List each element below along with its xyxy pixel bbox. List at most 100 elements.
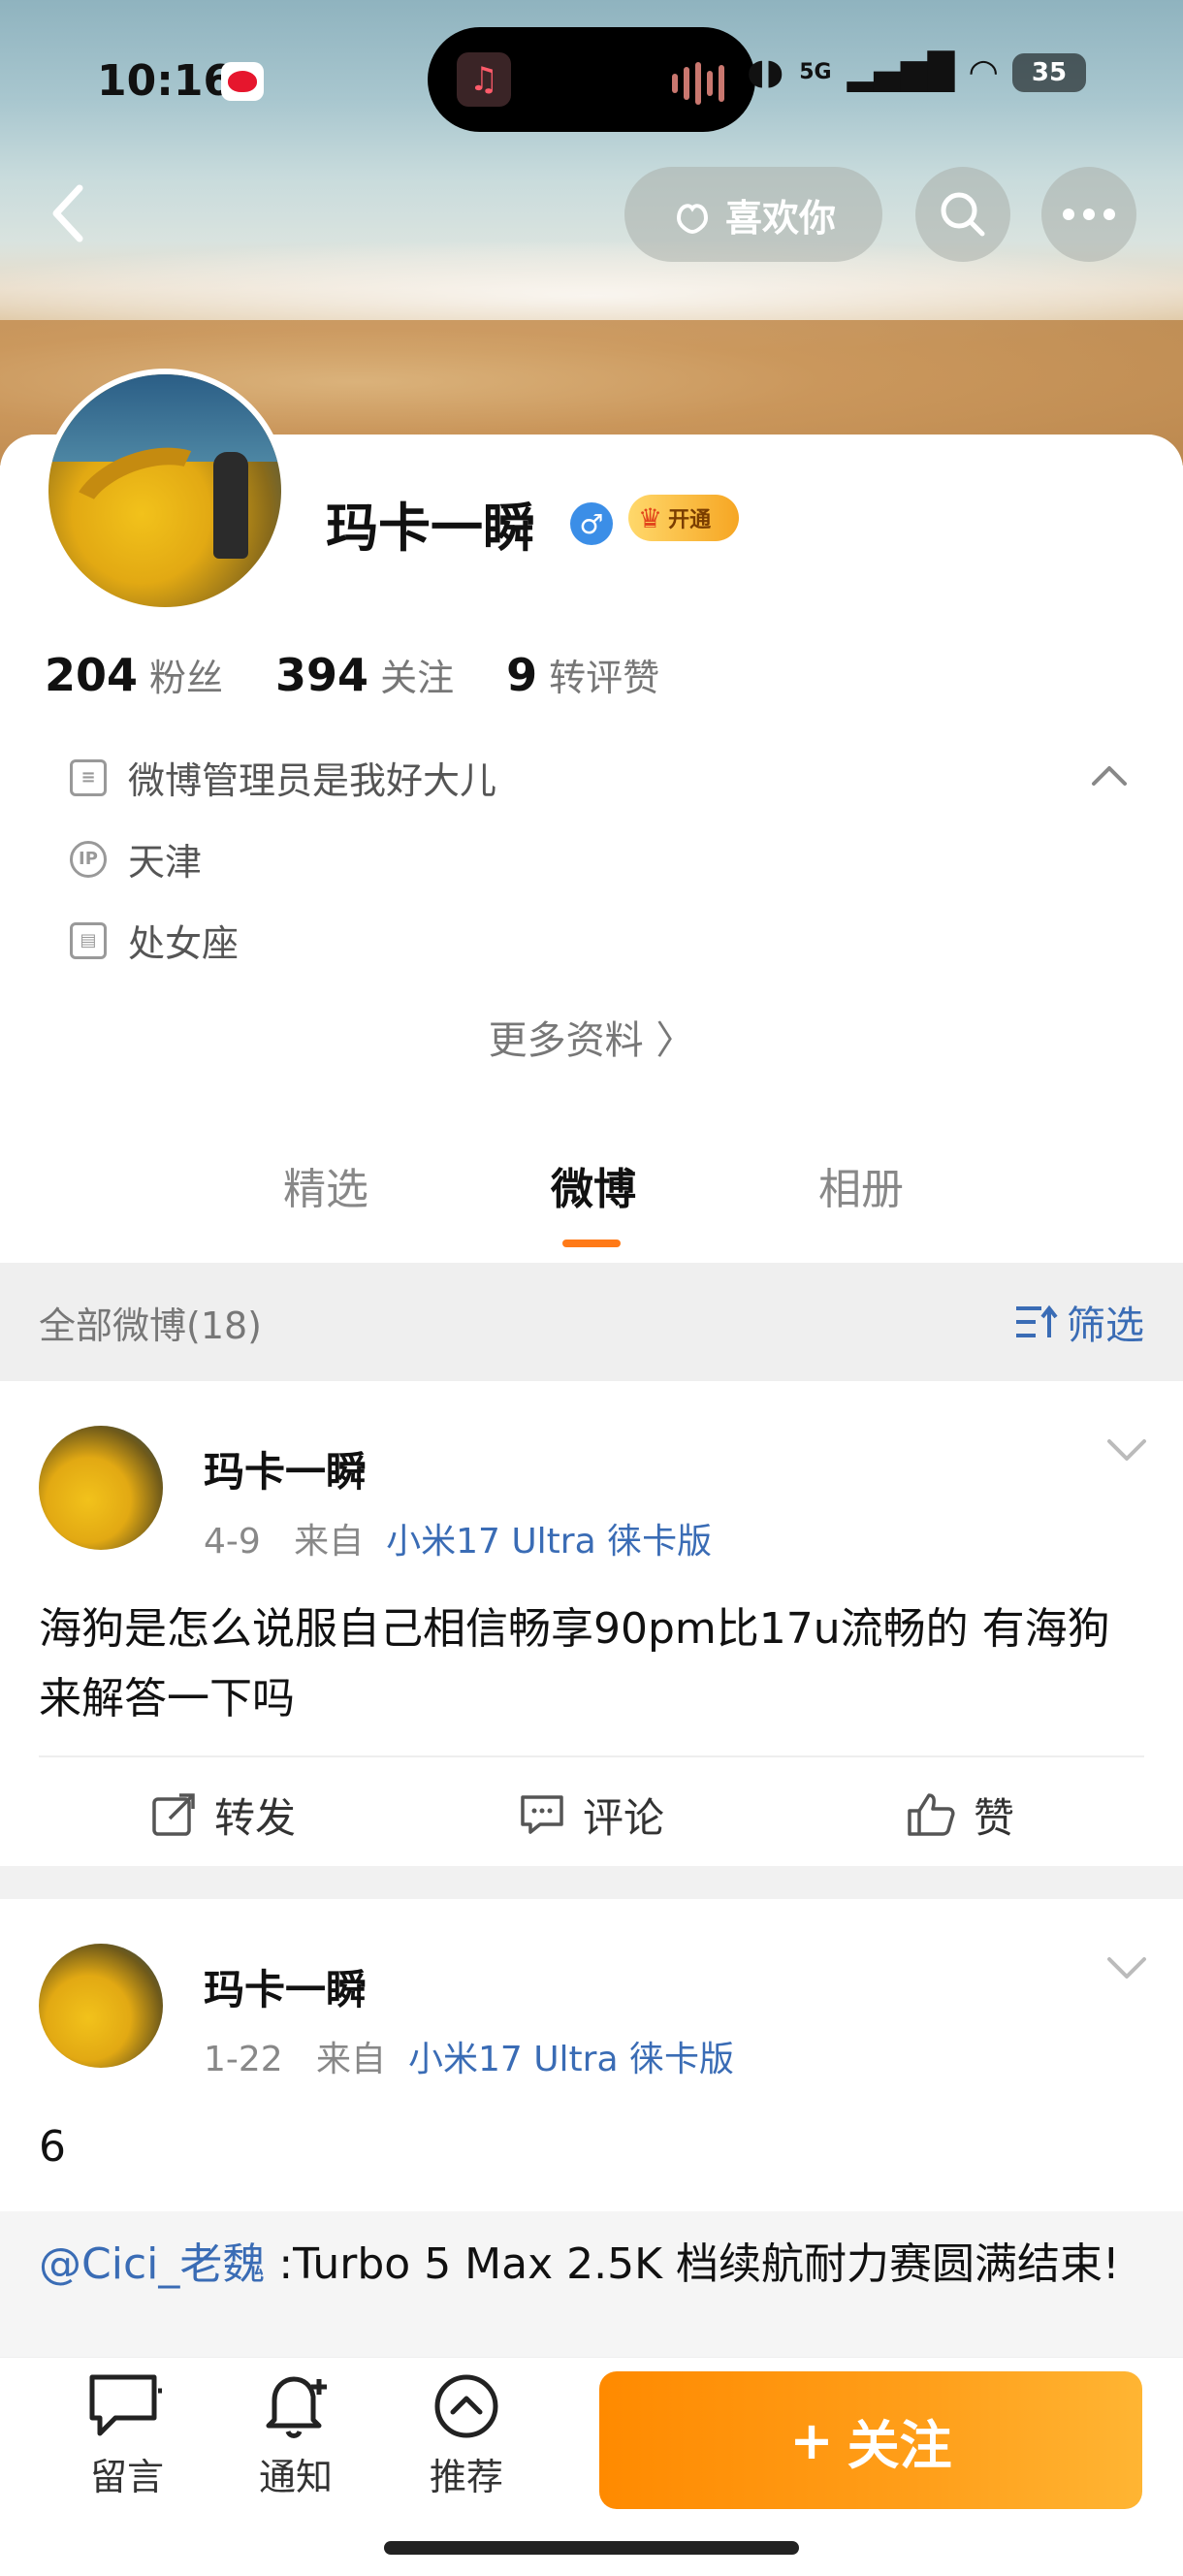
wifi-icon: ◠: [970, 52, 997, 92]
battery-icon: 35: [1012, 52, 1086, 92]
repost-button[interactable]: 转发: [39, 1786, 407, 1845]
more-button[interactable]: [1041, 167, 1136, 262]
feed-title: 全部微博(18): [39, 1304, 263, 1347]
repost-label: 转发: [213, 1793, 296, 1842]
more-info-link[interactable]: 更多资料 〉: [0, 1009, 1183, 1065]
chevron-up-circle-icon: [434, 2374, 498, 2438]
filter-icon: [1016, 1304, 1058, 1337]
vip-open-label: 开通: [668, 508, 712, 532]
weibo-app-icon: [221, 62, 264, 101]
profile-avatar[interactable]: [43, 369, 287, 613]
ip-location-icon: IP: [70, 840, 107, 878]
status-bar: 10:16 ♫ ◖◗ 5G ▂▄▆█ ◠ 35: [0, 0, 1183, 165]
system-icons: ◖◗ 5G ▂▄▆█ ◠ 35: [747, 52, 1086, 92]
chevron-up-icon[interactable]: [1090, 757, 1129, 795]
earbuds-icon: ◖◗: [747, 52, 784, 92]
profile-username: 玛卡一瞬: [326, 498, 535, 559]
post-actions: 转发 评论 赞: [39, 1755, 1144, 1872]
network-label: 5G: [799, 60, 832, 84]
calendar-icon: ▤: [70, 921, 107, 959]
active-tab-indicator: [562, 1240, 621, 1247]
quoted-post[interactable]: @Cici_老魏 :Turbo 5 Max 2.5K 档续航耐力赛圆满结束!: [0, 2211, 1183, 2357]
bio-text: 微博管理员是我好大儿: [128, 759, 497, 802]
message-button[interactable]: 留言: [64, 2371, 190, 2500]
like-button[interactable]: 赞: [776, 1786, 1144, 1845]
post-avatar[interactable]: [39, 1944, 163, 2068]
male-gender-icon: ♂: [570, 502, 613, 545]
search-button[interactable]: [915, 167, 1010, 262]
tab-album[interactable]: 相册: [818, 1154, 904, 1216]
chevron-left-icon: [52, 184, 83, 242]
tab-featured[interactable]: 精选: [283, 1154, 368, 1216]
quote-user[interactable]: @Cici_老魏: [39, 2239, 265, 2289]
hand-heart-icon: [676, 204, 708, 235]
stat-value: 9: [506, 649, 538, 701]
filter-button[interactable]: 筛选: [1014, 1294, 1144, 1350]
home-indicator[interactable]: [384, 2541, 799, 2555]
dynamic-island: ♫: [428, 27, 755, 132]
recommend-button[interactable]: 推荐: [403, 2371, 529, 2500]
plus-icon: +: [789, 2409, 834, 2471]
zodiac-text: 处女座: [128, 922, 240, 965]
stat-followers[interactable]: 204 粉丝: [45, 648, 223, 701]
music-icon: ♫: [457, 52, 511, 107]
like-label: 赞: [973, 1793, 1014, 1842]
filter-label: 筛选: [1067, 1304, 1144, 1348]
document-icon: ≡: [70, 758, 107, 796]
post-author[interactable]: 玛卡一瞬: [204, 1957, 367, 2016]
post-text[interactable]: 海狗是怎么说服自己相信畅享90pm比17u流畅的 有海狗来解答一下吗: [39, 1594, 1144, 1734]
message-icon: [89, 2374, 162, 2436]
comment-icon: [521, 1795, 563, 1834]
stat-value: 204: [45, 649, 139, 701]
location-row: IP 天津: [70, 832, 202, 886]
notify-button[interactable]: 通知: [233, 2371, 359, 2500]
post-date: 1-22: [204, 2040, 283, 2079]
profile-tabs: 精选 微博 相册: [0, 1154, 1183, 1261]
quote-text: :Turbo 5 Max 2.5K 档续航耐力赛圆满结束!: [265, 2239, 1120, 2289]
post-avatar[interactable]: [39, 1426, 163, 1550]
vip-open-badge[interactable]: ♛ 开通: [628, 495, 739, 541]
status-time: 10:16: [97, 56, 234, 106]
notify-label: 通知: [258, 2456, 333, 2498]
recommend-label: 推荐: [429, 2456, 503, 2498]
like-you-button[interactable]: 喜欢你: [624, 167, 882, 262]
post-from-label: 来自: [294, 1522, 365, 1562]
stat-label: 转评赞: [549, 657, 660, 699]
post-divider: [0, 1866, 1183, 1899]
post-text[interactable]: 6: [39, 2112, 1144, 2182]
message-label: 留言: [89, 2456, 164, 2498]
post-meta: 1-22 来自 小米17 Ultra 徕卡版: [204, 2031, 734, 2081]
bell-plus-icon: [266, 2376, 327, 2438]
follow-button[interactable]: + 关注: [599, 2371, 1142, 2509]
post-card[interactable]: 玛卡一瞬 4-9 来自 小米17 Ultra 徕卡版 海狗是怎么说服自己相信畅享…: [0, 1381, 1183, 1866]
thumbs-up-icon: [908, 1793, 955, 1836]
stat-following[interactable]: 394 关注: [275, 648, 454, 701]
more-dots-icon: [1063, 209, 1115, 220]
chevron-down-icon[interactable]: [1105, 1435, 1148, 1465]
comment-label: 评论: [582, 1793, 664, 1842]
chevron-down-icon[interactable]: [1105, 1953, 1148, 1982]
post-source[interactable]: 小米17 Ultra 徕卡版: [386, 1522, 712, 1562]
zodiac-row: ▤ 处女座: [70, 914, 239, 967]
stat-interactions[interactable]: 9 转评赞: [506, 648, 659, 701]
repost-icon: [152, 1793, 195, 1836]
search-icon: [941, 192, 985, 237]
location-text: 天津: [128, 841, 203, 884]
signal-icon: ▂▄▆█: [847, 52, 955, 92]
comment-button[interactable]: 评论: [407, 1786, 776, 1845]
feed-header: 全部微博(18) 筛选: [0, 1263, 1183, 1381]
audio-bars-icon: [672, 62, 724, 105]
profile-stats: 204 粉丝 394 关注 9 转评赞: [45, 648, 712, 701]
post-meta: 4-9 来自 小米17 Ultra 徕卡版: [204, 1513, 712, 1563]
crown-icon: ♛: [638, 501, 663, 534]
post-source[interactable]: 小米17 Ultra 徕卡版: [408, 2040, 734, 2079]
bio-row: ≡ 微博管理员是我好大儿: [70, 751, 496, 804]
follow-label: 关注: [847, 2414, 952, 2476]
back-button[interactable]: [39, 175, 97, 252]
tab-weibo[interactable]: 微博: [551, 1154, 636, 1216]
post-author[interactable]: 玛卡一瞬: [204, 1439, 367, 1498]
stat-label: 粉丝: [149, 657, 224, 699]
stat-label: 关注: [380, 657, 455, 699]
post-date: 4-9: [204, 1522, 261, 1562]
stat-value: 394: [275, 649, 369, 701]
